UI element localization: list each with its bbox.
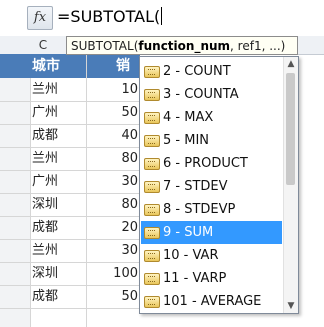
tooltip-current-arg[interactable]: function_num	[138, 39, 230, 53]
sales-cell[interactable]: 50	[121, 101, 138, 124]
city-cell[interactable]: 兰州	[32, 239, 58, 262]
city-cell[interactable]: 深圳	[32, 193, 58, 216]
text-caret	[161, 7, 163, 25]
dropdown-item-label: 11 - VARP	[163, 271, 227, 286]
function-arg-icon	[144, 227, 160, 239]
table-header-row: 城市 销售	[0, 54, 140, 98]
dropdown-item[interactable]: 3 - COUNTA	[141, 83, 282, 106]
sales-cell[interactable]: 50	[121, 285, 138, 308]
function-arg-icon	[144, 135, 160, 147]
function-arg-icon	[144, 204, 160, 216]
city-cell[interactable]: 深圳	[32, 262, 58, 285]
function-arg-icon	[144, 181, 160, 193]
function-arg-icon	[144, 89, 160, 101]
table-row: 深圳 100	[0, 262, 140, 286]
sales-cell[interactable]: 100	[113, 262, 138, 285]
table-row: 成都 20	[0, 216, 140, 240]
scroll-down-icon[interactable]: ▼	[284, 299, 298, 313]
dropdown-item-label: 5 - MIN	[163, 133, 210, 148]
tooltip-prefix: SUBTOTAL(	[71, 39, 139, 53]
dropdown-item[interactable]: 11 - VARP	[141, 267, 282, 290]
dropdown-item[interactable]: 101 - AVERAGE	[141, 290, 282, 313]
dropdown-item-label: 101 - AVERAGE	[163, 294, 262, 309]
fx-icon: fx	[33, 10, 47, 25]
table-row: 广州 30	[0, 170, 140, 194]
city-cell[interactable]: 成都	[32, 216, 58, 239]
dropdown-item-label: 2 - COUNT	[163, 64, 231, 79]
sales-cell[interactable]: 20	[121, 216, 138, 239]
function-arg-icon	[144, 66, 160, 78]
dropdown-item[interactable]: 2 - COUNT	[141, 60, 282, 83]
formula-bar: fx =SUBTOTAL(	[0, 0, 324, 37]
city-cell[interactable]: 广州	[32, 170, 58, 193]
table-row: 兰州 80	[0, 147, 140, 171]
function-tooltip: SUBTOTAL(function_num, ref1, ...)	[66, 36, 298, 55]
scroll-up-icon[interactable]: ▲	[284, 57, 298, 71]
column-divider	[86, 54, 87, 327]
function-num-dropdown[interactable]: 2 - COUNT 3 - COUNTA 4 - MAX 5 - MIN 6 - PRO…	[139, 56, 299, 314]
dropdown-item[interactable]: 8 - STDEVP	[141, 198, 282, 221]
table-row: 成都 50	[0, 285, 140, 309]
dropdown-item-label: 8 - STDEVP	[163, 202, 236, 217]
scroll-thumb[interactable]	[286, 73, 295, 185]
dropdown-item[interactable]: 4 - MAX	[141, 106, 282, 129]
sales-cell[interactable]: 80	[121, 147, 138, 170]
table-row: 广州 50	[0, 101, 140, 125]
dropdown-item[interactable]: 5 - MIN	[141, 129, 282, 152]
dropdown-item-label: 10 - VAR	[163, 248, 219, 263]
sales-cell[interactable]: 30	[121, 170, 138, 193]
formula-text: =SUBTOTAL(	[57, 7, 161, 26]
dropdown-item-label: 3 - COUNTA	[163, 87, 239, 102]
city-cell[interactable]: 兰州	[32, 78, 58, 101]
table-row: 兰州 10	[0, 78, 140, 102]
dropdown-item-label: 4 - MAX	[163, 110, 214, 125]
dropdown-item[interactable]: 9 - SUM	[141, 221, 282, 244]
column-header-c[interactable]: C	[28, 36, 58, 54]
table-row: 深圳 80	[0, 193, 140, 217]
table-row: 成都 40	[0, 124, 140, 148]
city-cell[interactable]: 成都	[32, 124, 58, 147]
city-cell[interactable]: 成都	[32, 285, 58, 308]
dropdown-item[interactable]: 6 - PRODUCT	[141, 152, 282, 175]
dropdown-item-label: 7 - STDEV	[163, 179, 228, 194]
function-arg-icon	[144, 112, 160, 124]
sales-cell[interactable]: 40	[121, 124, 138, 147]
city-cell[interactable]: 兰州	[32, 147, 58, 170]
insert-function-button[interactable]: fx	[27, 6, 53, 30]
dropdown-item[interactable]: 7 - STDEV	[141, 175, 282, 198]
sales-cell[interactable]: 30	[121, 239, 138, 262]
tooltip-rest: , ref1, ...)	[230, 39, 286, 53]
sales-cell[interactable]: 10	[121, 78, 138, 101]
sales-cell[interactable]: 80	[121, 193, 138, 216]
dropdown-item[interactable]: 10 - VAR	[141, 244, 282, 267]
dropdown-item-label: 9 - SUM	[163, 225, 214, 240]
formula-input[interactable]: =SUBTOTAL(	[57, 5, 163, 29]
function-arg-icon	[144, 158, 160, 170]
function-arg-icon	[144, 250, 160, 262]
city-cell[interactable]: 广州	[32, 101, 58, 124]
function-arg-icon	[144, 296, 160, 308]
dropdown-scrollbar[interactable]: ▲ ▼	[283, 57, 298, 313]
function-arg-icon	[144, 273, 160, 285]
table-row: 兰州 30	[0, 239, 140, 263]
dropdown-item-label: 6 - PRODUCT	[163, 156, 248, 171]
header-city[interactable]: 城市	[32, 54, 60, 78]
